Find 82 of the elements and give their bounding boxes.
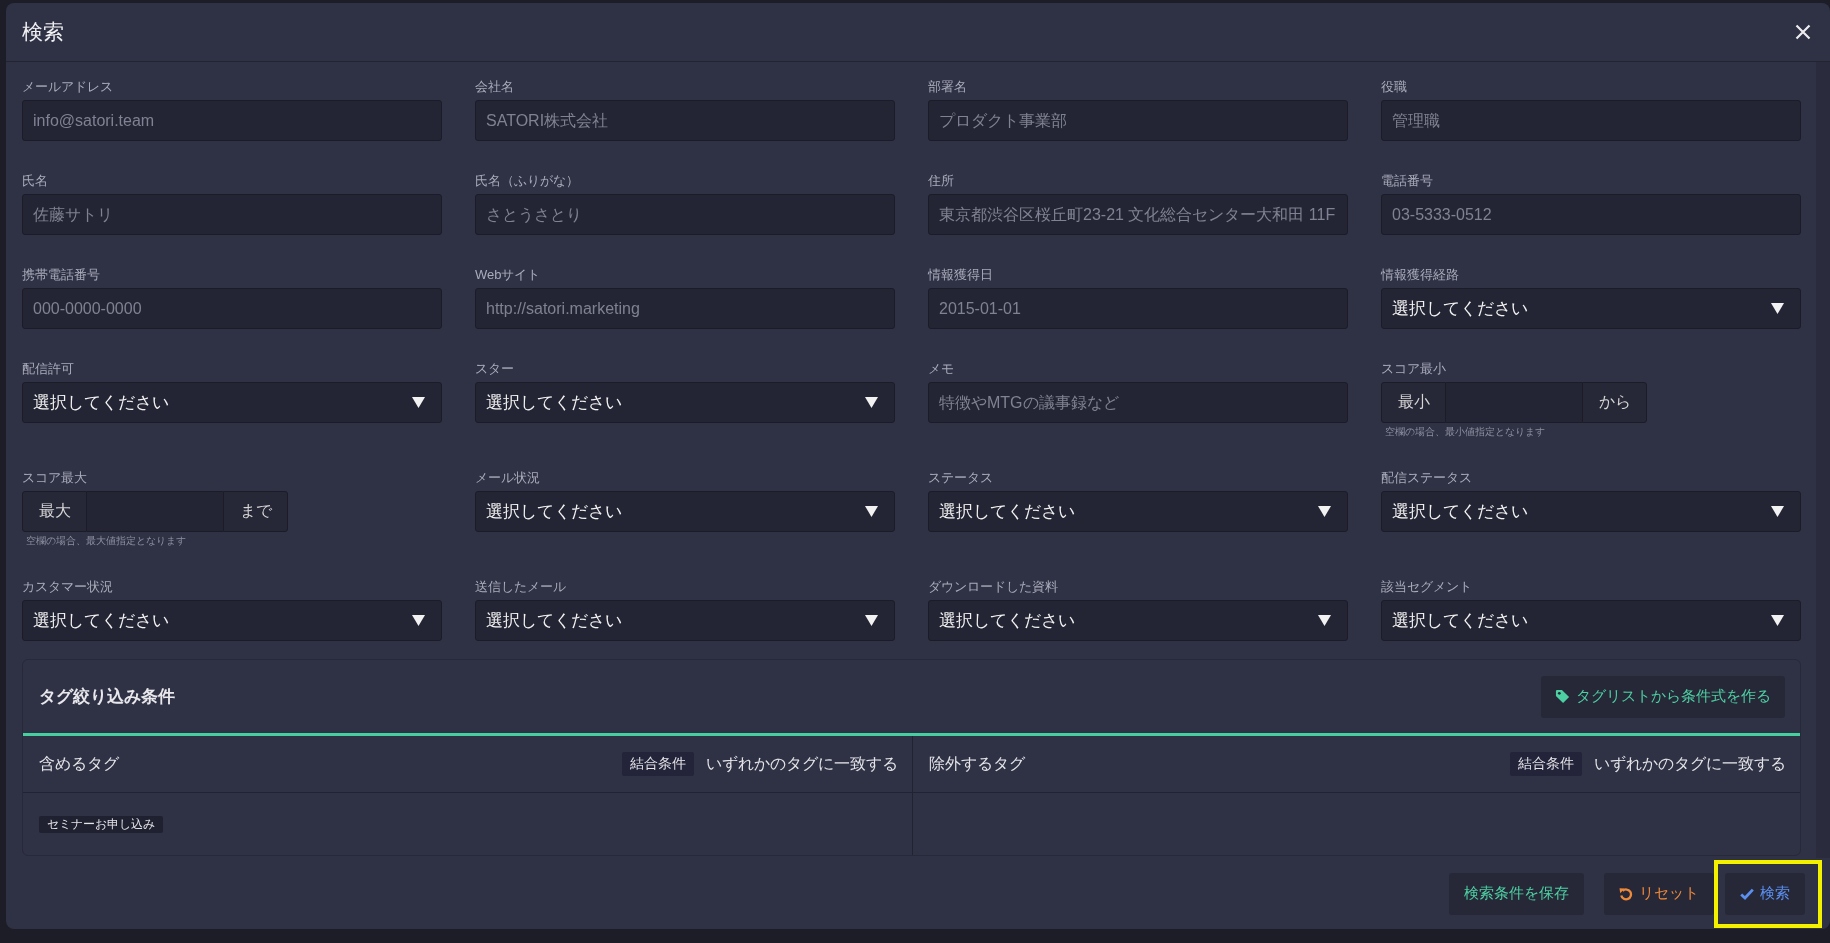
tag-group-title: 含めるタグ bbox=[39, 753, 120, 774]
dropdown[interactable]: 選択してください bbox=[928, 491, 1348, 532]
field-label: スコア最大 bbox=[22, 469, 88, 487]
score-input[interactable] bbox=[87, 491, 223, 532]
text-field[interactable]: 03-5333-0512 bbox=[1381, 194, 1801, 235]
text-field[interactable]: info@satori.team bbox=[22, 100, 442, 141]
caret-icon bbox=[1318, 615, 1331, 626]
caret-icon bbox=[865, 506, 878, 517]
field-label: 会社名 bbox=[475, 78, 515, 96]
field-label: 役職 bbox=[1381, 78, 1408, 96]
input-suffix: まで bbox=[223, 491, 288, 532]
dropdown[interactable]: 選択してください bbox=[1381, 491, 1801, 532]
tag-chip[interactable]: セミナーお申し込み bbox=[39, 815, 163, 833]
close-button[interactable] bbox=[1795, 24, 1811, 40]
dropdown[interactable]: 選択してください bbox=[475, 382, 895, 423]
field-label: 氏名 bbox=[22, 172, 49, 190]
condition-label: 結合条件 bbox=[1510, 752, 1582, 776]
dropdown[interactable]: 選択してください bbox=[475, 491, 895, 532]
field-label: 情報獲得経路 bbox=[1381, 266, 1460, 284]
field-label: 電話番号 bbox=[1381, 172, 1434, 190]
field-label: Webサイト bbox=[475, 266, 542, 284]
search-button[interactable]: 検索 bbox=[1725, 872, 1805, 915]
tag-builder-button[interactable]: タグリストから条件式を作る bbox=[1541, 675, 1785, 718]
text-field[interactable]: 東京都渋谷区桜丘町23-21 文化総合センター大和田 11F bbox=[928, 194, 1348, 235]
condition-text: いずれかのタグに一致する bbox=[1594, 753, 1786, 774]
tag-icon bbox=[1555, 689, 1570, 704]
input-prefix: 最小 bbox=[1381, 382, 1446, 423]
rotate-arrow-icon bbox=[1619, 886, 1633, 901]
field-label: ステータス bbox=[928, 469, 994, 487]
condition-text: いずれかのタグに一致する bbox=[705, 753, 898, 774]
score-input[interactable] bbox=[1446, 382, 1582, 423]
field-label: メールアドレス bbox=[22, 78, 114, 96]
field-label: 携帯電話番号 bbox=[22, 266, 101, 284]
text-field[interactable]: 2015-01-01 bbox=[928, 288, 1348, 329]
field-label: スター bbox=[475, 360, 515, 378]
hint-text: 空欄の場合、最小値指定となります bbox=[1385, 426, 1546, 438]
condition-label: 結合条件 bbox=[621, 752, 694, 776]
caret-icon bbox=[1771, 506, 1784, 517]
field-label: カスタマー状況 bbox=[22, 578, 114, 596]
dropdown[interactable]: 選択してください bbox=[1381, 288, 1801, 329]
caret-icon bbox=[865, 397, 878, 408]
dropdown[interactable]: 選択してください bbox=[22, 382, 442, 423]
check-icon bbox=[1740, 887, 1754, 900]
text-field[interactable]: 佐藤サトリ bbox=[22, 194, 442, 235]
text-field[interactable]: プロダクト事業部 bbox=[928, 100, 1348, 141]
close-icon bbox=[1795, 24, 1811, 40]
hint-text: 空欄の場合、最大値指定となります bbox=[26, 535, 187, 547]
field-label: スコア最小 bbox=[1381, 360, 1447, 378]
caret-icon bbox=[865, 615, 878, 626]
text-field[interactable]: SATORI株式会社 bbox=[475, 100, 895, 141]
field-label: 配信許可 bbox=[22, 360, 75, 378]
caret-icon bbox=[1771, 303, 1784, 314]
dropdown[interactable]: 選択してください bbox=[1381, 600, 1801, 641]
text-field[interactable]: 管理職 bbox=[1381, 100, 1801, 141]
field-label: 該当セグメント bbox=[1381, 578, 1473, 596]
dropdown[interactable]: 選択してください bbox=[475, 600, 895, 641]
field-label: 氏名（ふりがな） bbox=[475, 172, 580, 190]
section-title: タグ絞り込み条件 bbox=[39, 686, 175, 708]
field-label: 情報獲得日 bbox=[928, 266, 994, 284]
field-label: メール状況 bbox=[475, 469, 541, 487]
caret-icon bbox=[412, 615, 425, 626]
field-label: 部署名 bbox=[928, 78, 968, 96]
caret-icon bbox=[1318, 506, 1331, 517]
dialog-title: 検索 bbox=[22, 19, 64, 45]
field-label: 送信したメール bbox=[475, 578, 567, 596]
text-field[interactable]: 特徴やMTGの議事録など bbox=[928, 382, 1348, 423]
field-label: 配信ステータス bbox=[1381, 469, 1473, 487]
input-suffix: から bbox=[1582, 382, 1647, 423]
save-button[interactable]: 検索条件を保存 bbox=[1449, 872, 1584, 915]
input-prefix: 最大 bbox=[22, 491, 87, 532]
reset-button[interactable]: リセット bbox=[1604, 872, 1714, 915]
caret-icon bbox=[412, 397, 425, 408]
field-label: 住所 bbox=[928, 172, 955, 190]
text-field[interactable]: http://satori.marketing bbox=[475, 288, 895, 329]
tag-group-title: 除外するタグ bbox=[928, 753, 1026, 774]
field-label: ダウンロードした資料 bbox=[928, 578, 1059, 596]
dropdown[interactable]: 選択してください bbox=[22, 600, 442, 641]
caret-icon bbox=[1771, 615, 1784, 626]
dropdown[interactable]: 選択してください bbox=[928, 600, 1348, 641]
field-label: メモ bbox=[928, 360, 955, 378]
text-field[interactable]: 000-0000-0000 bbox=[22, 288, 442, 329]
text-field[interactable]: さとうさとり bbox=[475, 194, 895, 235]
